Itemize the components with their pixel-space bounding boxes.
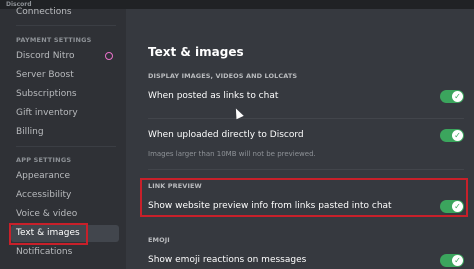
option-label-emoji-reactions: Show emoji reactions on messages	[148, 255, 307, 265]
option-divider	[148, 118, 464, 119]
sidebar-item-label: Server Boost	[16, 70, 74, 80]
section-label-display-images: DISPLAY IMAGES, VIDEOS AND LOLCATS	[148, 72, 298, 80]
payment-settings-header: PAYMENT SETTINGS	[16, 36, 92, 44]
option-label-links-to-chat: When posted as links to chat	[148, 91, 279, 101]
sidebar-item-notifications[interactable]: Notifications	[11, 244, 119, 261]
sidebar-item-discord-nitro[interactable]: Discord Nitro	[11, 48, 119, 65]
link-preview-highlight-annotation	[140, 178, 468, 217]
option-divider	[148, 169, 464, 170]
sidebar-item-label: Accessibility	[16, 190, 72, 200]
sidebar-item-label: Notifications	[16, 247, 73, 257]
sidebar-divider	[16, 146, 116, 147]
sidebar-item-label: Billing	[16, 127, 44, 137]
option-label-uploaded-directly: When uploaded directly to Discord	[148, 130, 304, 140]
sidebar-item-accessibility[interactable]: Accessibility	[11, 187, 119, 204]
toggle-links-to-chat[interactable]: ✓	[440, 90, 464, 103]
toggle-uploaded-directly[interactable]: ✓	[440, 129, 464, 142]
check-icon: ✓	[452, 255, 463, 266]
check-icon: ✓	[452, 91, 463, 102]
sidebar-item-label: Subscriptions	[16, 89, 77, 99]
sidebar-divider	[16, 25, 116, 26]
sidebar-item-label: Gift inventory	[16, 108, 78, 118]
sidebar-item-voice-video[interactable]: Voice & video	[11, 206, 119, 223]
sidebar-item-label: Appearance	[16, 171, 71, 181]
section-label-emoji: EMOJI	[148, 236, 170, 244]
check-icon: ✓	[452, 130, 463, 141]
sidebar-item-appearance[interactable]: Appearance	[11, 168, 119, 185]
sidebar-item-connections[interactable]: Connections	[11, 4, 119, 21]
sidebar-item-subscriptions[interactable]: Subscriptions	[11, 86, 119, 103]
sidebar-item-gift-inventory[interactable]: Gift inventory	[11, 105, 119, 122]
sidebar-item-label: Connections	[16, 7, 72, 17]
sidebar-item-label: Voice & video	[16, 209, 78, 219]
sidebar-item-server-boost[interactable]: Server Boost	[11, 67, 119, 84]
nitro-icon	[105, 52, 113, 60]
toggle-emoji-reactions[interactable]: ✓	[440, 254, 464, 267]
settings-content: Text & images DISPLAY IMAGES, VIDEOS AND…	[126, 9, 474, 269]
sidebar-item-billing[interactable]: Billing	[11, 124, 119, 141]
app-settings-header: APP SETTINGS	[16, 156, 72, 164]
sidebar-item-label: Discord Nitro	[16, 51, 75, 61]
option-note-size-limit: Images larger than 10MB will not be prev…	[148, 150, 316, 158]
sidebar-highlight-annotation	[9, 223, 88, 245]
page-title: Text & images	[148, 45, 244, 59]
